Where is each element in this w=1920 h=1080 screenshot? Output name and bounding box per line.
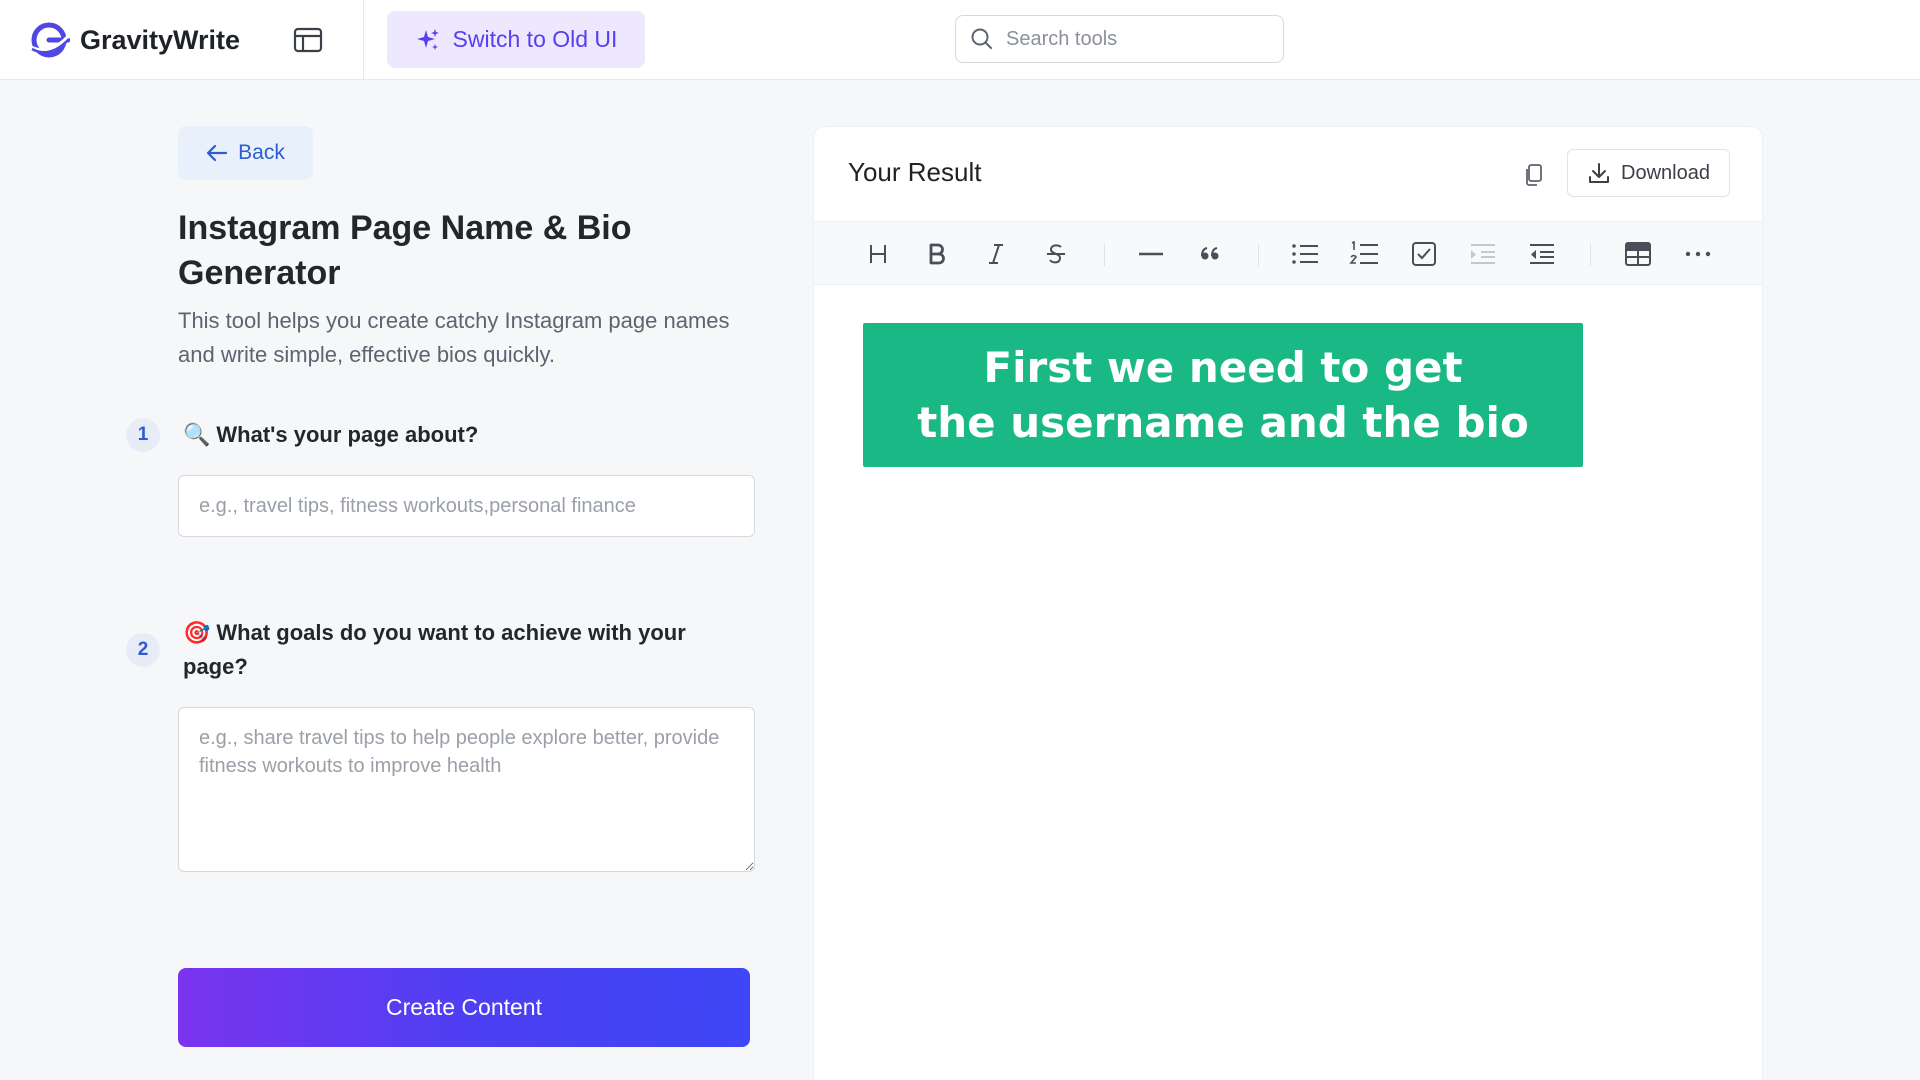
brand[interactable]: GravityWrite	[28, 18, 240, 62]
table-button[interactable]	[1616, 232, 1660, 276]
result-panel: Your Result Download First we need to ge…	[813, 126, 1763, 1080]
copy-button[interactable]	[1514, 155, 1554, 195]
heading-icon	[870, 245, 886, 263]
page-title: Instagram Page Name & Bio Generator	[178, 209, 632, 292]
toolbar-divider	[1258, 244, 1259, 266]
bold-icon	[929, 243, 945, 265]
horizontal-rule-icon	[1139, 252, 1163, 256]
tool-description: This tool helps you create catchy Instag…	[178, 308, 730, 367]
question-text-2: What goals do you want to achieve with y…	[183, 620, 686, 679]
caption-line-2: the username and the bio	[917, 398, 1529, 447]
magnifier-icon: 🔍	[183, 422, 211, 447]
toolbar-divider	[1590, 244, 1591, 266]
more-horizontal-icon	[1685, 251, 1711, 257]
question-text-1: What's your page about?	[216, 422, 479, 447]
copy-icon	[1526, 164, 1542, 186]
caption-line-1: First we need to get	[983, 343, 1463, 392]
page-about-input[interactable]	[178, 475, 755, 537]
toolbar-divider	[1104, 244, 1105, 266]
italic-button[interactable]	[974, 232, 1018, 276]
result-title: Your Result	[848, 157, 982, 187]
back-label: Back	[238, 141, 285, 164]
editor-toolbar	[814, 221, 1762, 285]
switch-to-old-ui-button[interactable]: Switch to Old UI	[387, 11, 645, 68]
indent-button[interactable]	[1461, 232, 1505, 276]
blockquote-button[interactable]	[1188, 232, 1232, 276]
heading-button[interactable]	[856, 232, 900, 276]
page-goals-textarea[interactable]	[178, 707, 755, 872]
strikethrough-icon	[1047, 244, 1065, 264]
download-icon	[1589, 163, 1610, 183]
switch-label: Switch to Old UI	[452, 26, 618, 52]
brand-name: GravityWrite	[80, 24, 241, 55]
outdent-button[interactable]	[1520, 232, 1564, 276]
target-icon: 🎯	[183, 620, 211, 645]
search-input[interactable]	[1006, 27, 1256, 51]
ordered-list-button[interactable]	[1342, 232, 1386, 276]
bullet-list-button[interactable]	[1283, 232, 1327, 276]
more-options-button[interactable]	[1676, 232, 1720, 276]
sparkles-icon	[416, 28, 439, 50]
strikethrough-button[interactable]	[1034, 232, 1078, 276]
step-badge-1: 1	[126, 418, 160, 452]
arrow-left-icon	[207, 144, 228, 162]
top-header: GravityWrite Switch to Old UI	[0, 0, 1920, 80]
bullet-list-icon	[1292, 244, 1318, 264]
indent-icon	[1471, 244, 1495, 264]
quote-icon	[1201, 247, 1219, 260]
bold-button[interactable]	[915, 232, 959, 276]
checkbox-icon	[1412, 242, 1436, 266]
search-box[interactable]	[955, 15, 1284, 63]
search-icon	[971, 28, 992, 49]
gravitywrite-logo-icon	[29, 22, 70, 58]
table-icon	[1625, 242, 1651, 266]
horizontal-rule-button[interactable]	[1129, 232, 1173, 276]
italic-icon	[989, 244, 1003, 264]
sidebar-toggle-button[interactable]	[290, 24, 326, 56]
outdent-icon	[1530, 244, 1554, 264]
header-divider	[363, 0, 364, 80]
back-button[interactable]: Back	[178, 126, 313, 180]
question-label-1: 🔍 What's your page about?	[183, 418, 723, 452]
caption-overlay-banner: First we need to get the username and th…	[863, 323, 1583, 467]
create-content-button[interactable]: Create Content	[178, 968, 750, 1047]
download-label: Download	[1621, 161, 1710, 184]
task-list-button[interactable]	[1402, 232, 1446, 276]
layout-panel-icon	[293, 27, 323, 53]
step-badge-2: 2	[126, 633, 160, 667]
download-button[interactable]: Download	[1567, 149, 1730, 197]
ordered-list-icon	[1349, 241, 1378, 264]
question-label-2: 🎯 What goals do you want to achieve with …	[183, 616, 723, 684]
